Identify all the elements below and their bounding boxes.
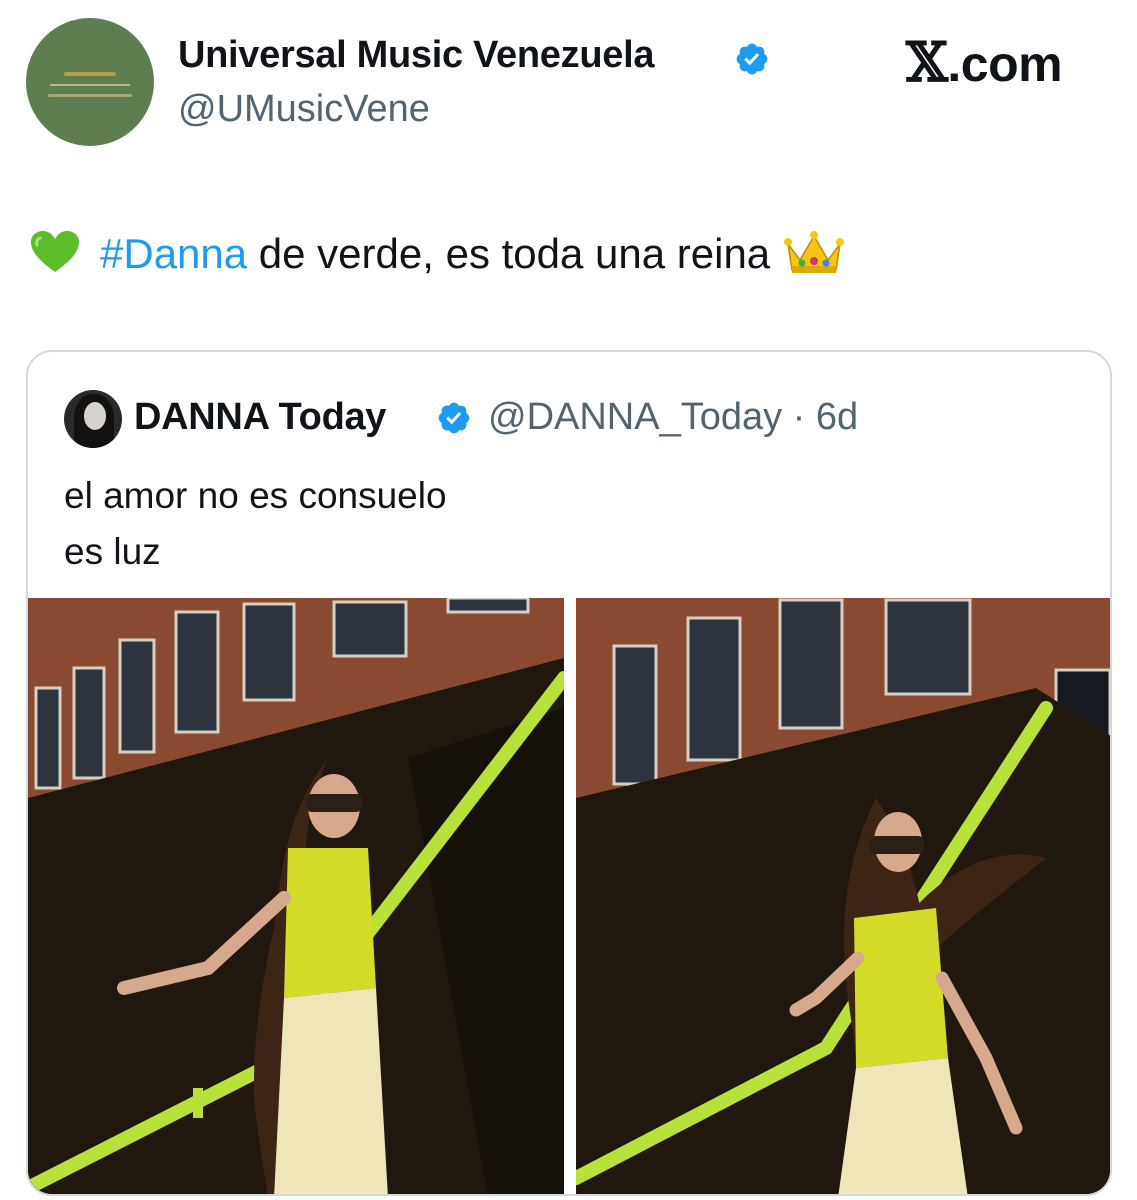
green-heart-icon: [31, 231, 79, 272]
photo-1-illustration: [28, 598, 564, 1194]
post-header: Universal Music Venezuela @UMusicVene 𝕏.…: [0, 0, 1137, 160]
quoted-author-handle-and-time[interactable]: @DANNA_Today · 6d: [488, 396, 858, 439]
logo-subtext: [48, 94, 132, 97]
photo-2-illustration: [576, 598, 1110, 1194]
x-brand-watermark: 𝕏.com: [906, 30, 1063, 94]
brand-domain: .com: [947, 36, 1063, 92]
quoted-text-line: es luz: [64, 531, 161, 572]
universal-logo-mark: [64, 72, 116, 76]
x-logo-icon: 𝕏: [906, 30, 948, 94]
verified-badge-icon: [438, 402, 470, 434]
quoted-media-photo-2[interactable]: [576, 598, 1110, 1194]
author-display-name[interactable]: Universal Music Venezuela: [178, 34, 654, 77]
quoted-text-line: el amor no es consuelo: [64, 475, 447, 516]
verified-badge-icon: [736, 43, 768, 75]
hashtag-link[interactable]: #Danna: [100, 230, 247, 277]
logo-divider: [50, 84, 130, 86]
author-avatar[interactable]: [26, 18, 154, 146]
author-handle[interactable]: @UMusicVene: [178, 88, 430, 131]
crown-icon: [784, 231, 845, 273]
quoted-post-text: el amor no es consuelo es luz: [64, 468, 447, 580]
quoted-post-card[interactable]: DANNA Today @DANNA_Today · 6d el amor no…: [26, 350, 1112, 1196]
post-body-text: de verde, es toda una reina: [247, 230, 771, 277]
quoted-author-avatar[interactable]: [64, 390, 122, 448]
quoted-media-photo-1[interactable]: [28, 598, 564, 1194]
post-text: #Danna de verde, es toda una reina: [30, 226, 845, 282]
quoted-author-display-name[interactable]: DANNA Today: [134, 396, 386, 439]
